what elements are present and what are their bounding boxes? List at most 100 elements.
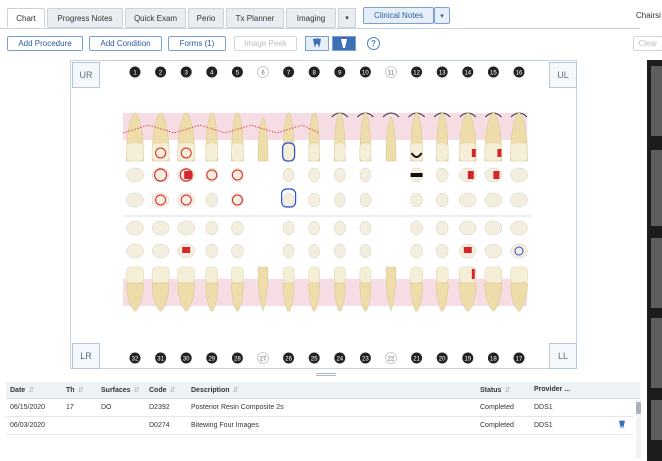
tab-imaging[interactable]: Imaging: [286, 8, 336, 28]
tooth-number: 29: [208, 357, 215, 363]
tab-chart[interactable]: Chart: [7, 8, 45, 28]
image-peek-button[interactable]: Image Peek: [234, 36, 297, 51]
upper-occlusal-surface: [334, 167, 346, 183]
lower-occlusal-surface: [510, 220, 528, 236]
xray-thumbnail[interactable]: [651, 400, 662, 440]
lower-occlusal-surface: [151, 243, 170, 259]
add-procedure-button[interactable]: Add Procedure: [7, 36, 83, 51]
tooth-chart: 1 32 2 31 3 30 4 29 5 28 6 27 7 26 8 25 9 24 10 23 11 22 12 21 1…: [70, 60, 577, 369]
column-header-surfaces[interactable]: Surfaces ⇵: [101, 386, 139, 394]
full-tooth-view-button[interactable]: [305, 36, 329, 51]
column-header-tooth[interactable]: Th ⇵: [66, 386, 83, 394]
lower-tooth-crown: [410, 266, 423, 284]
restoration-fill: [467, 171, 474, 179]
tooth-number: 18: [490, 357, 497, 363]
quadrant-lr-label[interactable]: LR: [72, 343, 100, 369]
add-condition-button[interactable]: Add Condition: [89, 36, 162, 51]
lower-tooth-root: [334, 282, 346, 312]
splitter-handle[interactable]: [316, 373, 336, 376]
restoration-fill: [471, 269, 475, 279]
restoration-fill: [184, 171, 193, 179]
grid-scrollbar[interactable]: [636, 400, 641, 458]
upper-occlusal-surface: [282, 167, 295, 183]
lower-occlusal-surface: [435, 243, 449, 259]
xray-thumbnail[interactable]: [651, 238, 662, 308]
quadrant-ur-label[interactable]: UR: [72, 62, 100, 88]
cell-provider: DDS1: [534, 404, 553, 411]
lower-tooth-crown: [231, 266, 244, 284]
cell-description: Bitewing Four Images: [191, 422, 259, 429]
column-header-date[interactable]: Date ⇵: [10, 386, 34, 394]
column-header-provider[interactable]: Provider ...: [534, 386, 570, 393]
column-header-code[interactable]: Code ⇵: [149, 386, 175, 394]
tooth-number: 24: [336, 357, 343, 363]
quadrant-ul-label[interactable]: UL: [549, 62, 577, 88]
help-icon[interactable]: ?: [367, 37, 380, 50]
cell-date: 06/03/2020: [10, 422, 46, 429]
lower-tooth-root: [459, 282, 477, 312]
cell-status: Completed: [480, 404, 514, 411]
tooth-number: 23: [362, 357, 369, 363]
upper-occlusal-surface: [510, 192, 528, 208]
upper-occlusal-surface: [205, 192, 219, 208]
lower-tooth-crown: [435, 266, 449, 284]
tooth-number: 13: [439, 71, 446, 77]
clinical-notes-button[interactable]: Clinical Notes: [363, 7, 434, 24]
clinical-notes-dropdown[interactable]: ▾: [434, 7, 450, 24]
upper-tooth-crown: [510, 142, 528, 162]
upper-tooth-crown: [308, 142, 320, 162]
grid-header: Date ⇵ Th ⇵ Surfaces ⇵ Code ⇵ Description ⇵ S…: [6, 382, 640, 399]
xray-thumbnail[interactable]: [651, 150, 662, 226]
tab-progress-notes[interactable]: Progress Notes: [47, 8, 123, 28]
upper-tooth-crown: [410, 142, 423, 162]
clear-button[interactable]: Clear: [633, 36, 662, 51]
lower-tooth-crown: [484, 266, 503, 284]
tab-quick-exam[interactable]: Quick Exam: [125, 8, 186, 28]
root-view-button[interactable]: [332, 36, 356, 51]
upper-occlusal-surface: [282, 192, 295, 208]
lower-tooth-root: [126, 282, 144, 312]
chairside-label[interactable]: Chairsi: [636, 11, 661, 20]
lower-occlusal-surface: [334, 220, 346, 236]
column-header-status[interactable]: Status ⇵: [480, 386, 510, 394]
upper-occlusal-surface: [459, 192, 477, 208]
tooth-number: 21: [413, 357, 420, 363]
scrollbar-thumb[interactable]: [636, 402, 641, 414]
tab-perio[interactable]: Perio: [188, 8, 224, 28]
upper-occlusal-surface: [308, 192, 320, 208]
caret-down-icon: ▾: [440, 12, 444, 20]
more-tabs-button[interactable]: ▾: [338, 8, 356, 28]
sort-icon: ⇵: [28, 387, 35, 394]
xray-thumbnail[interactable]: [651, 318, 662, 388]
lower-tooth-crown: [510, 266, 528, 284]
tooth-number: 20: [439, 357, 446, 363]
upper-occlusal-surface: [435, 167, 449, 183]
quadrant-ll-label[interactable]: LL: [549, 343, 577, 369]
lower-occlusal-surface: [308, 220, 320, 236]
restoration-fill: [463, 247, 472, 253]
lower-tooth-root: [435, 282, 449, 312]
tooth-number: 32: [132, 357, 139, 363]
lower-tooth-root: [231, 282, 244, 312]
upper-occlusal-surface: [359, 192, 372, 208]
procedures-grid: Date ⇵ Th ⇵ Surfaces ⇵ Code ⇵ Description ⇵ S…: [6, 382, 641, 461]
table-row[interactable]: 06/03/2020 D0274 Bitewing Four Images Co…: [6, 418, 634, 435]
tooth-number: 15: [490, 71, 497, 77]
crown-mark: [410, 173, 423, 177]
lower-tooth-root: [177, 282, 195, 312]
lower-tooth-root: [282, 282, 295, 312]
restoration-fill: [471, 149, 476, 157]
lower-occlusal-surface: [359, 220, 372, 236]
column-header-description[interactable]: Description ⇵: [191, 386, 238, 394]
xray-thumbnail[interactable]: [651, 66, 662, 136]
tab-divider: [0, 28, 640, 29]
cell-date: 06/15/2020: [10, 404, 46, 411]
cell-status: Completed: [480, 422, 514, 429]
upper-occlusal-surface: [308, 167, 320, 183]
upper-tooth-crown: [282, 142, 295, 162]
lower-tooth-crown: [334, 266, 346, 284]
forms-button[interactable]: Forms (1): [168, 36, 226, 51]
upper-tooth-crown: [205, 142, 219, 162]
tab-tx-planner[interactable]: Tx Planner: [226, 8, 284, 28]
table-row[interactable]: 06/15/2020 17 DO D2392 Posterior Resin C…: [6, 400, 634, 417]
